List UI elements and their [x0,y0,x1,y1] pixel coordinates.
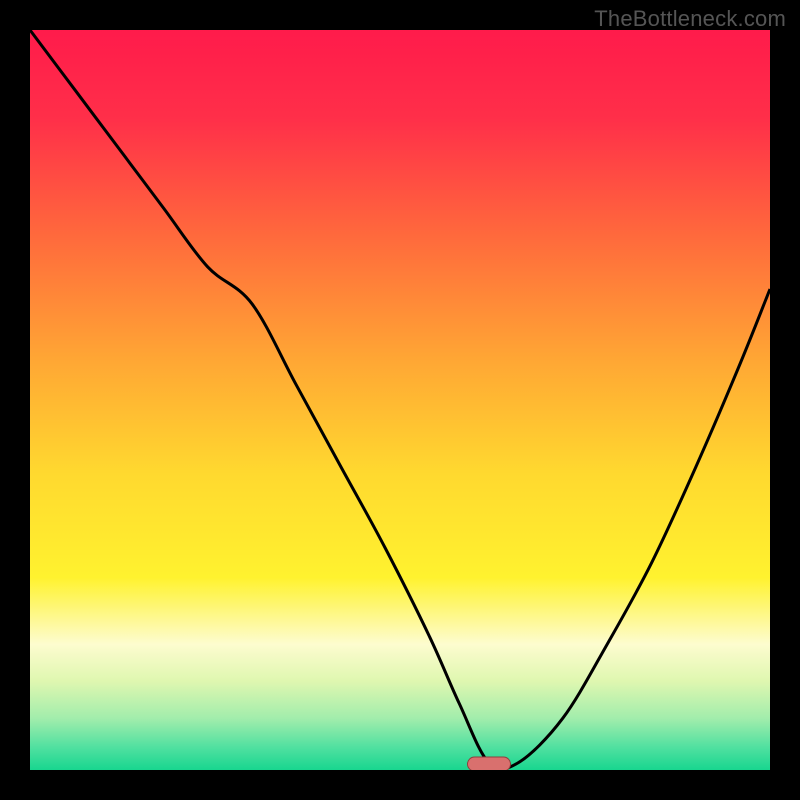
curve-layer [30,30,770,770]
chart-frame: TheBottleneck.com [0,0,800,800]
optimal-marker [467,757,511,770]
plot-area [30,30,770,770]
watermark-text: TheBottleneck.com [594,6,786,32]
bottleneck-curve [30,30,770,769]
